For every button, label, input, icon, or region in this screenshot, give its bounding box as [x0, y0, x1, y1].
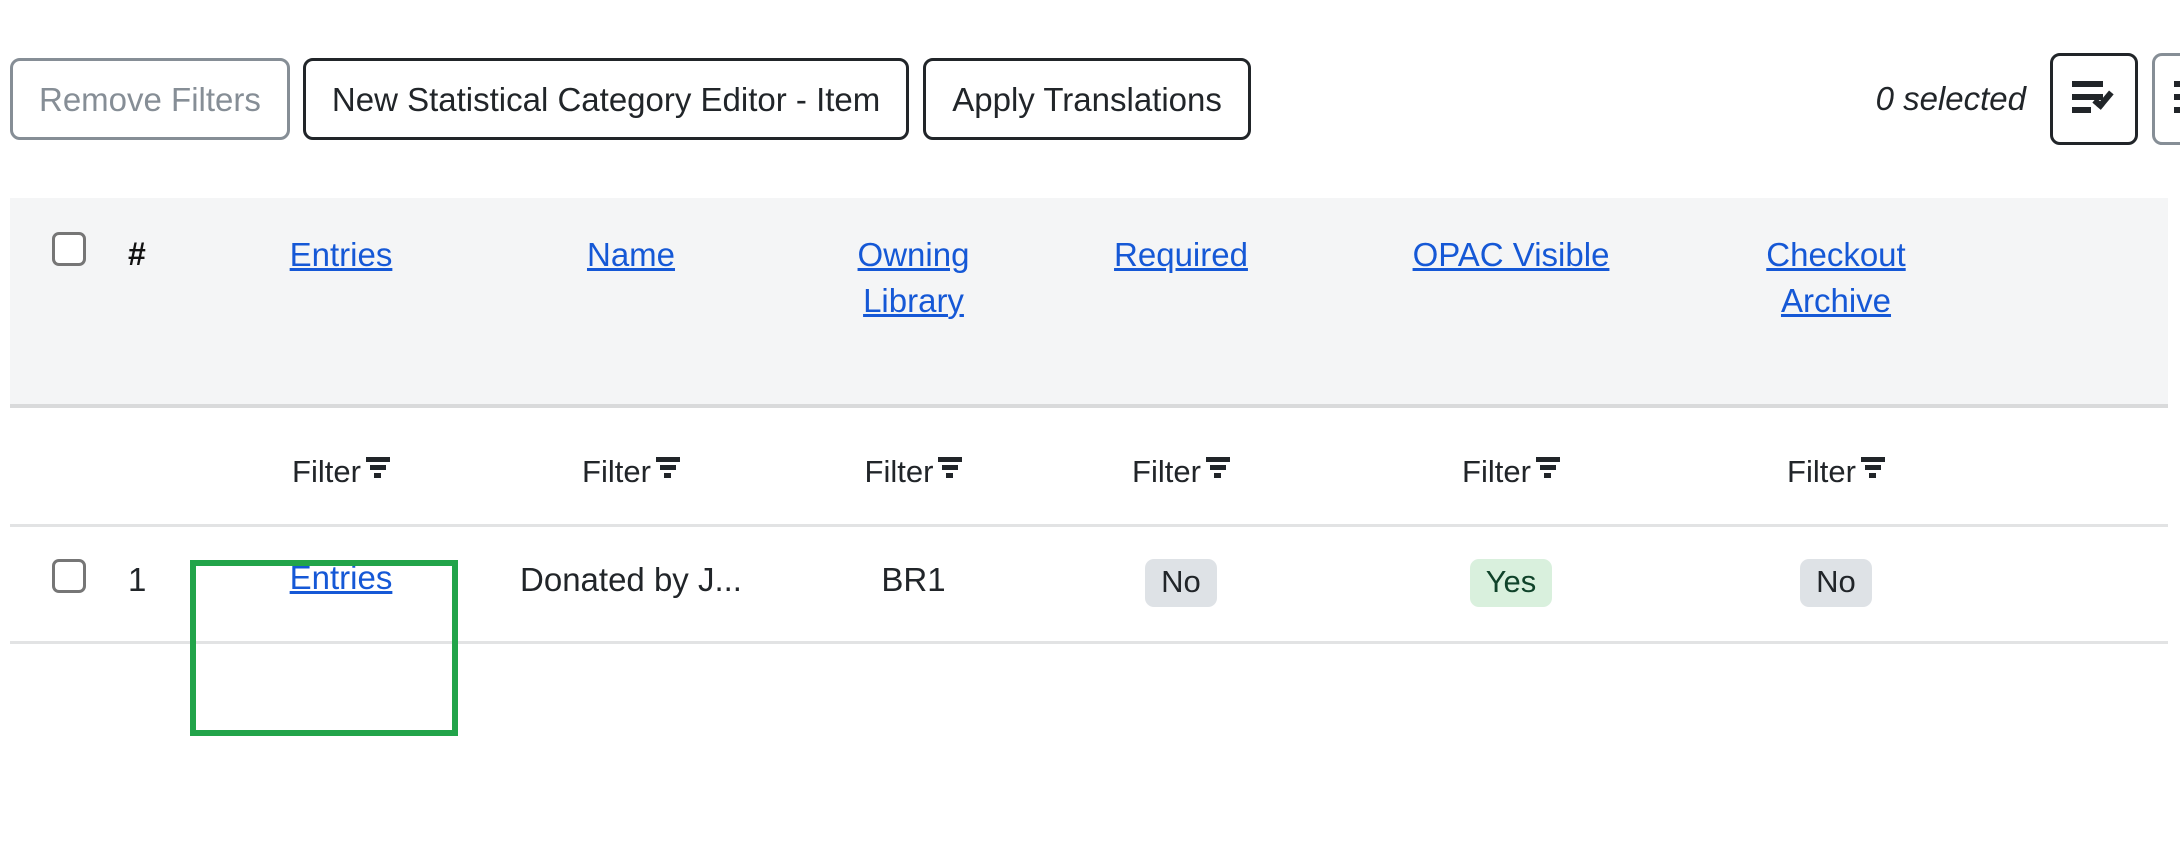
table-actions-button[interactable] [2152, 53, 2180, 145]
header-checkout-archive-sort-link-line2[interactable]: Archive [1781, 282, 1891, 319]
column-picker-button[interactable] [2050, 53, 2138, 145]
header-number-label: # [128, 236, 146, 272]
row-select-cell [10, 559, 128, 593]
row-select-checkbox[interactable] [52, 559, 86, 593]
filter-required-label: Filter [1132, 454, 1201, 490]
filter-cell-checkout-archive: Filter [1691, 454, 1981, 490]
table-row: 1 Entries Donated by J... BR1 No Yes [10, 527, 2168, 644]
row-required-cell: No [1031, 559, 1331, 607]
header-owning-library-sort-link-line1[interactable]: Owning [858, 236, 970, 273]
header-opac-visible-cell: OPAC Visible [1331, 232, 1691, 278]
entries-link[interactable]: Entries [290, 559, 393, 596]
filter-entries-label: Filter [292, 454, 361, 490]
filter-icon [938, 457, 962, 479]
header-name-sort-link[interactable]: Name [587, 236, 675, 273]
filter-cell-name: Filter [466, 454, 796, 490]
filter-icon [656, 457, 680, 479]
row-owning-library-cell: BR1 [796, 559, 1031, 602]
row-owning-library-value: BR1 [881, 561, 945, 598]
row-opac-visible-cell: Yes [1331, 559, 1691, 607]
filter-checkout-archive-label: Filter [1787, 454, 1856, 490]
apply-translations-button[interactable]: Apply Translations [923, 58, 1251, 140]
header-owning-library-sort-link-line2[interactable]: Library [863, 282, 964, 319]
list-icon [2174, 79, 2180, 119]
header-select-all-cell [10, 232, 128, 266]
header-name-cell: Name [466, 232, 796, 278]
filter-required-control[interactable]: Filter [1132, 454, 1230, 490]
row-required-badge: No [1145, 559, 1217, 607]
page-root: Remove Filters New Statistical Category … [0, 0, 2180, 848]
header-checkout-archive-cell: Checkout Archive [1691, 232, 1981, 323]
header-entries-sort-link[interactable]: Entries [290, 236, 393, 273]
header-opac-visible-sort-link[interactable]: OPAC Visible [1413, 236, 1610, 273]
table-filter-row: Filter Filter [10, 408, 2168, 527]
header-required-sort-link[interactable]: Required [1114, 236, 1248, 273]
filter-icon [1861, 457, 1885, 479]
filter-name-label: Filter [582, 454, 651, 490]
table-header: # Entries Name Owning Library Required O… [10, 198, 2168, 408]
filter-cell-opac-visible: Filter [1331, 454, 1691, 490]
filter-icon [1536, 457, 1560, 479]
filter-owning-library-label: Filter [865, 454, 934, 490]
row-name-value: Donated by J... [520, 561, 742, 598]
row-name-cell: Donated by J... [466, 559, 796, 602]
remove-filters-button[interactable]: Remove Filters [10, 58, 290, 140]
filter-cell-required: Filter [1031, 454, 1331, 490]
row-entries-cell: Entries [216, 559, 466, 597]
header-owning-library-cell: Owning Library [796, 232, 1031, 323]
data-table: # Entries Name Owning Library Required O… [10, 198, 2168, 644]
filter-icon [1206, 457, 1230, 479]
new-statistical-category-editor-item-button[interactable]: New Statistical Category Editor - Item [303, 58, 909, 140]
filter-cell-entries: Filter [216, 454, 466, 490]
row-opac-visible-badge: Yes [1470, 559, 1553, 607]
header-required-cell: Required [1031, 232, 1331, 278]
filter-owning-library-control[interactable]: Filter [865, 454, 963, 490]
filter-name-control[interactable]: Filter [582, 454, 680, 490]
filter-icon [366, 457, 390, 479]
filter-checkout-archive-control[interactable]: Filter [1787, 454, 1885, 490]
filter-entries-control[interactable]: Filter [292, 454, 390, 490]
row-number-cell: 1 [128, 559, 216, 602]
toolbar: Remove Filters New Statistical Category … [0, 0, 2180, 198]
select-all-checkbox[interactable] [52, 232, 86, 266]
selected-count-label: 0 selected [1876, 80, 2026, 118]
list-check-icon [2072, 79, 2116, 119]
header-number-cell: # [128, 232, 216, 276]
row-checkout-archive-cell: No [1691, 559, 1981, 607]
row-checkout-archive-badge: No [1800, 559, 1872, 607]
filter-opac-visible-control[interactable]: Filter [1462, 454, 1560, 490]
header-checkout-archive-sort-link-line1[interactable]: Checkout [1766, 236, 1905, 273]
filter-opac-visible-label: Filter [1462, 454, 1531, 490]
filter-cell-owning-library: Filter [796, 454, 1031, 490]
row-number-value: 1 [128, 561, 146, 598]
header-entries-cell: Entries [216, 232, 466, 278]
